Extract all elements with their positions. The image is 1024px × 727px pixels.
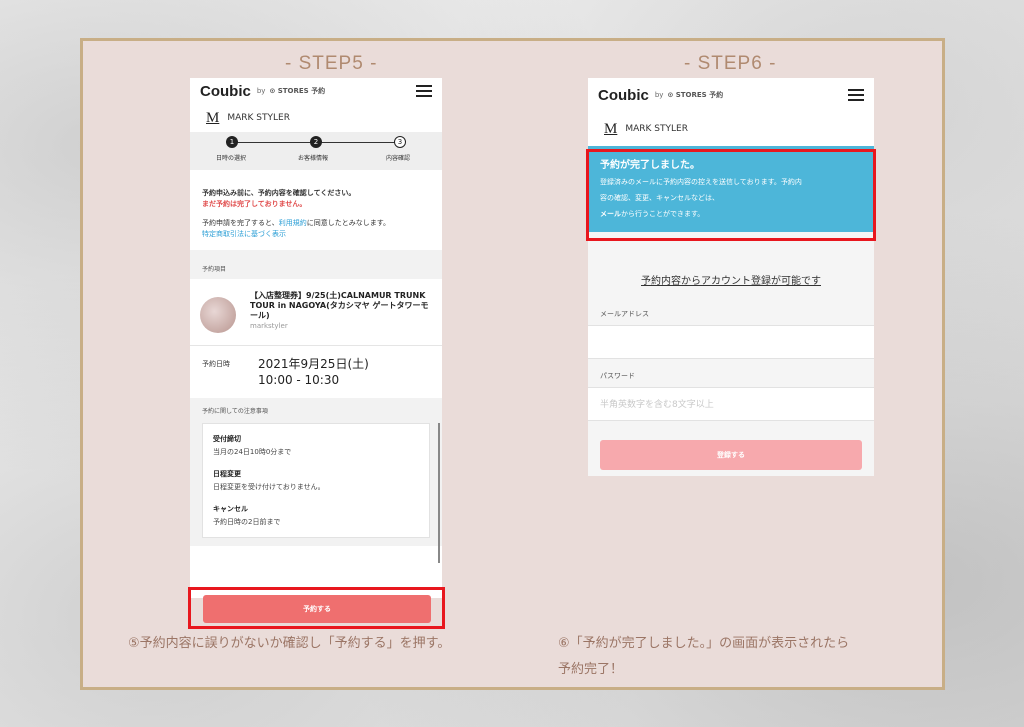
register-account-link[interactable]: 予約内容からアカウント登録が可能です	[588, 272, 874, 287]
progress-step-1: 1	[226, 136, 238, 148]
shop-name: MARK STYLER	[227, 113, 290, 123]
datetime-time: 10:00 - 10:30	[258, 373, 340, 387]
progress-steps: 1 2 3 日時の選択 お客様情報 内容確認	[190, 132, 442, 170]
shop-logo: M	[206, 109, 220, 126]
notes-box: 受付締切 当月の24日10時0分まで 日程変更 日程変更を受け付けておりません。…	[202, 423, 430, 538]
by-label: by	[256, 87, 266, 95]
progress-step-3: 3	[394, 136, 406, 148]
email-field[interactable]	[588, 325, 874, 359]
password-field[interactable]: 半角英数字を含む8文字以上	[588, 387, 874, 421]
reservation-datetime: 予約日時 2021年9月25日(土) 10:00 - 10:30	[190, 346, 442, 398]
step5-title: - STEP5 -	[285, 53, 378, 74]
email-label: メールアドレス	[600, 310, 649, 318]
confirmation-notice: 予約申込み前に、予約内容を確認してください。 まだ予約は完了しておりません。 予…	[190, 170, 442, 250]
step5-phone-screen: Coubic by ⊙ STORES 予約 M MARK STYLER 1 2 …	[190, 78, 442, 598]
notice-line-1: 予約申込み前に、予約内容を確認してください。	[202, 189, 356, 197]
shop-logo: M	[604, 120, 618, 137]
note-deadline-body: 当月の24日10時0分まで	[213, 448, 292, 456]
coubic-logo[interactable]: Coubic	[200, 83, 251, 100]
shop-header: M MARK STYLER	[190, 104, 442, 132]
reservation-item-section: 予約項目	[190, 250, 442, 279]
item-shop-id: markstyler	[250, 322, 288, 330]
notice-terms-pre: 予約申請を完了すると、	[202, 219, 279, 227]
shop-header: M MARK STYLER	[588, 112, 874, 146]
item-thumbnail	[200, 297, 236, 333]
scrollbar[interactable]	[438, 423, 440, 563]
instruction-panel: - STEP5 - Coubic by ⊙ STORES 予約 M MARK S…	[80, 38, 945, 690]
step6-phone-screen: Coubic by ⊙ STORES 予約 M MARK STYLER 予約が完…	[588, 78, 874, 476]
terms-link[interactable]: 利用規約	[279, 219, 307, 227]
datetime-label: 予約日時	[202, 360, 230, 368]
highlight-completion-banner	[586, 149, 876, 241]
progress-label-2: お客様情報	[298, 155, 329, 162]
step6-title: - STEP6 -	[684, 53, 777, 74]
step6-caption-line-2: 予約完了！	[558, 662, 624, 677]
progress-label-3: 内容確認	[386, 155, 411, 162]
commercial-law-link[interactable]: 特定商取引法に基づく表示	[202, 229, 430, 240]
app-header: Coubic by ⊙ STORES 予約	[588, 78, 874, 112]
notes-section: 予約に関しての注意事項	[190, 398, 442, 423]
step6-caption: ⑥「予約が完了しました。」の画面が表示されたら 予約完了！	[558, 631, 849, 683]
note-cancel-heading: キャンセル	[213, 505, 248, 513]
datetime-date: 2021年9月25日(土)	[258, 357, 369, 371]
app-header: Coubic by ⊙ STORES 予約	[190, 78, 442, 104]
register-button[interactable]: 登録する	[600, 440, 862, 470]
note-change-heading: 日程変更	[213, 470, 241, 478]
step5-caption: ⑤予約内容に誤りがないか確認し「予約する」を押す。	[128, 636, 451, 651]
stores-logo: ⊙ STORES 予約	[269, 87, 326, 95]
shop-name: MARK STYLER	[625, 124, 688, 134]
stores-logo: ⊙ STORES 予約	[667, 91, 724, 99]
coubic-logo[interactable]: Coubic	[598, 87, 649, 104]
progress-step-2: 2	[310, 136, 322, 148]
step6-caption-line-1: ⑥「予約が完了しました。」の画面が表示されたら	[558, 636, 850, 651]
hamburger-menu-icon[interactable]	[416, 85, 432, 97]
progress-label-1: 日時の選択	[216, 155, 247, 162]
by-label: by	[654, 91, 664, 99]
reservation-item: 【入店整理券】9/25(土)CALNAMUR TRUNK TOUR in NAG…	[190, 279, 442, 346]
notice-not-complete: まだ予約は完了しておりません。	[202, 200, 307, 208]
hamburger-menu-icon[interactable]	[848, 89, 864, 101]
note-change-body: 日程変更を受け付けておりません。	[213, 483, 325, 491]
item-title: 【入店整理券】9/25(土)CALNAMUR TRUNK TOUR in NAG…	[250, 291, 429, 320]
highlight-reserve-button	[188, 587, 445, 629]
password-label: パスワード	[600, 372, 635, 380]
note-cancel-body: 予約日時の2日前まで	[213, 518, 281, 526]
note-deadline-heading: 受付締切	[213, 435, 241, 443]
notice-terms-post: に同意したとみなします。	[306, 219, 391, 227]
